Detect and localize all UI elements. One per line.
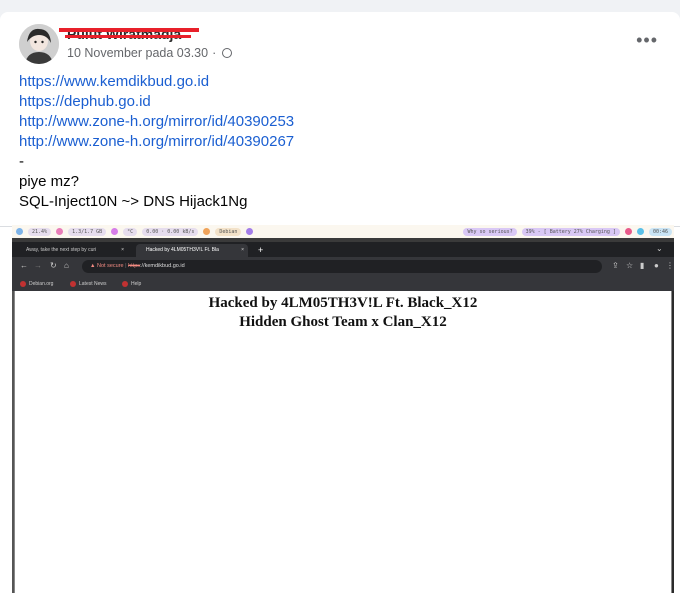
extensions-icon[interactable]: ☆: [626, 261, 633, 271]
globe-icon[interactable]: [222, 48, 233, 58]
cpu-icon: [16, 228, 23, 235]
tab-title: Away, take the next step by curi: [26, 247, 97, 253]
chevron-down-icon[interactable]: ⌄: [656, 244, 663, 254]
debian-icon: [20, 280, 26, 287]
home-icon[interactable]: ⌂: [64, 261, 69, 271]
system-status-bar: 21.4% 1.3/1.7 GB °C 0.00 · 0.00 kB/s Deb…: [12, 225, 674, 238]
close-icon[interactable]: ×: [121, 244, 124, 257]
cpu-usage: 21.4%: [28, 227, 52, 236]
debian-icon: [122, 280, 128, 287]
bookmark-item[interactable]: Latest News: [70, 277, 107, 291]
post-link[interactable]: http://www.zone-h.org/mirror/id/40390253: [19, 112, 659, 132]
post-timestamp[interactable]: 10 November pada 03.30: [67, 46, 208, 60]
bookmark-item[interactable]: Help: [122, 277, 141, 291]
close-icon[interactable]: ×: [241, 244, 244, 257]
avatar[interactable]: [19, 24, 59, 64]
debian-icon: [70, 280, 76, 287]
memory-icon: [56, 228, 64, 235]
attached-screenshot[interactable]: 21.4% 1.3/1.7 GB °C 0.00 · 0.00 kB/s Deb…: [12, 225, 674, 593]
motto-label: Why so serious?: [463, 227, 517, 236]
post-meta: 10 November pada 03.30 ·: [67, 46, 233, 60]
browser-tab[interactable]: Away, take the next step by curi ×: [16, 244, 128, 257]
defaced-web-page: Hacked by 4LM05TH3V!L Ft. Black_X12 Hidd…: [14, 291, 672, 593]
battery-status: 39% - [ Battery 27% Charging ]: [521, 227, 620, 236]
browser-tab-bar: Away, take the next step by curi × Hacke…: [12, 242, 674, 257]
url-host: ://kemdikbud.go.id: [140, 263, 185, 269]
post-link[interactable]: http://www.zone-h.org/mirror/id/40390267: [19, 132, 659, 152]
tab-title: Hacked by 4LM05TH3V!L Ft. Bla: [146, 247, 219, 253]
status-dot-icon: [624, 228, 632, 235]
post-text-line: piye mz?: [19, 173, 80, 190]
forward-icon[interactable]: →: [34, 261, 42, 271]
author-name[interactable]: Pulut Wiratmadja: [59, 26, 199, 42]
distro-icon: [203, 228, 211, 235]
post-body: https://www.kemdikbud.go.id https://deph…: [19, 72, 659, 212]
temp-icon: [111, 228, 119, 235]
deface-headline: Hacked by 4LM05TH3V!L Ft. Black_X12: [208, 295, 478, 311]
back-icon[interactable]: ←: [20, 261, 28, 271]
network-speed: 0.00 · 0.00 kB/s: [142, 227, 199, 236]
reload-icon[interactable]: ↻: [50, 261, 57, 271]
warning-icon: ▲: [90, 263, 96, 269]
redaction-mark: [65, 35, 191, 38]
avatar-image: [19, 24, 59, 64]
not-secure-label[interactable]: Not secure: [97, 263, 124, 269]
bookmarks-bar: Debian.org Latest News Help: [12, 277, 674, 291]
meta-separator: ·: [212, 46, 217, 60]
deface-subheadline: Hidden Ghost Team x Clan_X12: [239, 314, 447, 330]
browser-toolbar: ← → ↻ ⌂ ▲ Not secure | https://kemdikbud…: [12, 257, 674, 277]
status-dot-icon: [636, 228, 644, 235]
sidebar-icon[interactable]: ▮: [640, 261, 644, 271]
workspace-icon: [246, 228, 254, 235]
temperature: °C: [123, 227, 138, 236]
post-link[interactable]: https://dephub.go.id: [19, 92, 659, 112]
browser-tab-active[interactable]: Hacked by 4LM05TH3V!L Ft. Bla ×: [136, 244, 248, 257]
address-bar[interactable]: ▲ Not secure | https://kemdikbud.go.id: [82, 260, 602, 273]
distro-label: Debian: [215, 227, 242, 236]
clock: 00:46: [648, 227, 672, 236]
post-text-line: SQL-Inject10N ~> DNS Hijack1Ng: [19, 193, 248, 210]
url-scheme: https: [128, 263, 141, 269]
kebab-menu-icon[interactable]: ⋮: [666, 261, 674, 271]
redaction-mark: [59, 28, 199, 32]
more-options-button[interactable]: •••: [636, 31, 658, 49]
memory-usage: 1.3/1.7 GB: [68, 227, 107, 236]
bookmark-item[interactable]: Debian.org: [20, 277, 53, 291]
share-icon[interactable]: ⇪: [612, 261, 619, 271]
new-tab-button[interactable]: +: [258, 245, 263, 256]
post-text-line: -: [19, 153, 24, 170]
post-link[interactable]: https://www.kemdikbud.go.id: [19, 72, 659, 92]
profile-icon[interactable]: ●: [654, 261, 659, 271]
